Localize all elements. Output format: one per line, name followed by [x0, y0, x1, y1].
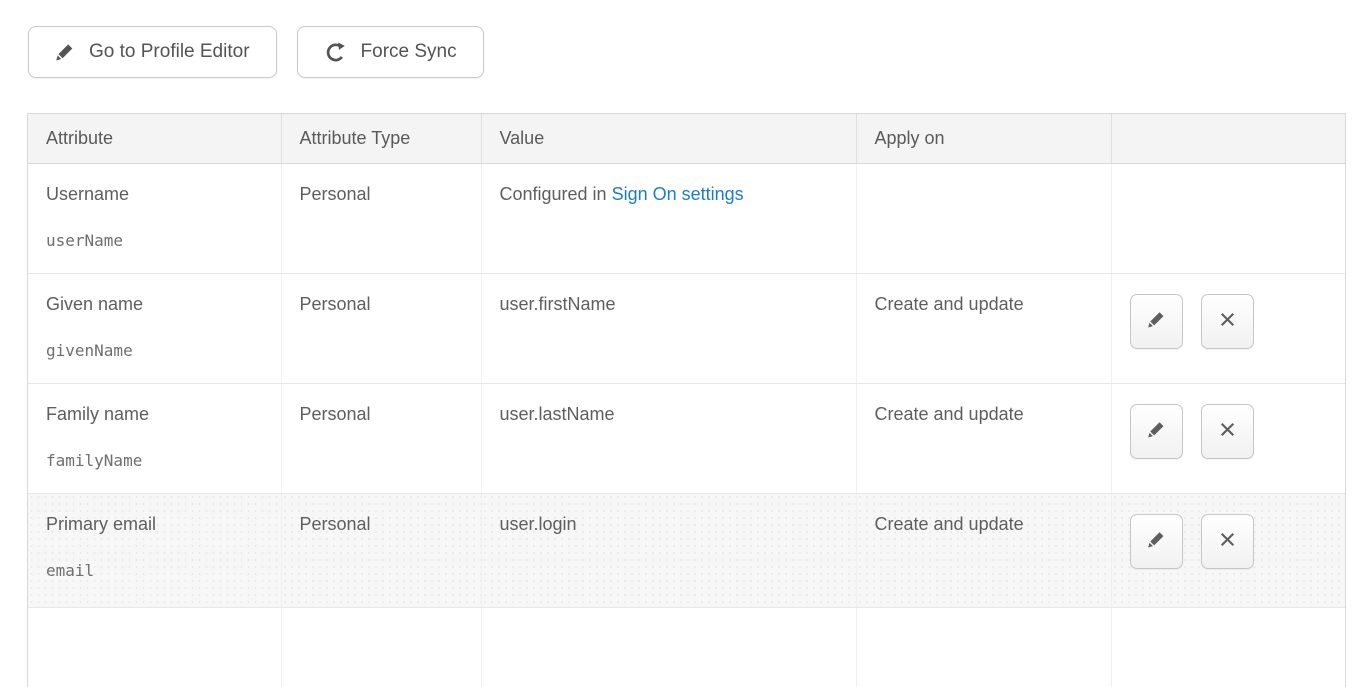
apply-on-value: Create and update: [856, 273, 1111, 383]
column-header-attribute: Attribute: [28, 114, 281, 163]
column-header-actions: [1111, 114, 1345, 163]
value-text: user.lastName: [481, 383, 856, 493]
attribute-variable: givenName: [46, 341, 271, 360]
table-row: Primary email email Personal user.login …: [28, 493, 1345, 607]
value-text: user.login: [481, 493, 856, 607]
close-icon: [1218, 530, 1237, 552]
value-text: user.firstName: [481, 273, 856, 383]
pencil-icon: [1147, 310, 1166, 332]
value-text: Configured in: [500, 184, 612, 204]
toolbar: Go to Profile Editor Force Sync: [0, 0, 1370, 78]
attribute-label: Primary email: [46, 514, 271, 535]
pencil-icon: [1147, 530, 1166, 552]
apply-on-value: Create and update: [856, 493, 1111, 607]
attribute-label: Username: [46, 184, 271, 205]
column-header-attribute-type: Attribute Type: [281, 114, 481, 163]
delete-attribute-button[interactable]: [1201, 514, 1254, 569]
pencil-icon: [1147, 420, 1166, 442]
column-header-value: Value: [481, 114, 856, 163]
table-row: Family name familyName Personal user.las…: [28, 383, 1345, 493]
table-row: Username userName Personal Configured in…: [28, 163, 1345, 273]
pencil-icon: [55, 42, 75, 62]
force-sync-label: Force Sync: [361, 41, 457, 63]
attribute-mapping-table: Attribute Attribute Type Value Apply on …: [27, 113, 1346, 687]
table-row: Given name givenName Personal user.first…: [28, 273, 1345, 383]
go-to-profile-editor-label: Go to Profile Editor: [89, 41, 250, 63]
close-icon: [1218, 420, 1237, 442]
attribute-label: Family name: [46, 404, 271, 425]
attribute-type: Personal: [281, 493, 481, 607]
attribute-variable: userName: [46, 231, 271, 250]
attribute-variable: familyName: [46, 451, 271, 470]
edit-attribute-button[interactable]: [1130, 294, 1183, 349]
apply-on-value: [856, 163, 1111, 273]
apply-on-value: Create and update: [856, 383, 1111, 493]
table-row: [28, 607, 1345, 687]
attribute-type: Personal: [281, 383, 481, 493]
go-to-profile-editor-button[interactable]: Go to Profile Editor: [28, 26, 277, 78]
delete-attribute-button[interactable]: [1201, 294, 1254, 349]
attribute-label: Given name: [46, 294, 271, 315]
attribute-type: Personal: [281, 163, 481, 273]
column-header-apply-on: Apply on: [856, 114, 1111, 163]
close-icon: [1218, 310, 1237, 332]
table-header-row: Attribute Attribute Type Value Apply on: [28, 114, 1345, 163]
edit-attribute-button[interactable]: [1130, 404, 1183, 459]
force-sync-button[interactable]: Force Sync: [297, 26, 484, 78]
refresh-icon: [324, 41, 347, 64]
sign-on-settings-link[interactable]: Sign On settings: [612, 184, 744, 204]
edit-attribute-button[interactable]: [1130, 514, 1183, 569]
delete-attribute-button[interactable]: [1201, 404, 1254, 459]
attribute-type: Personal: [281, 273, 481, 383]
attribute-variable: email: [46, 561, 271, 580]
